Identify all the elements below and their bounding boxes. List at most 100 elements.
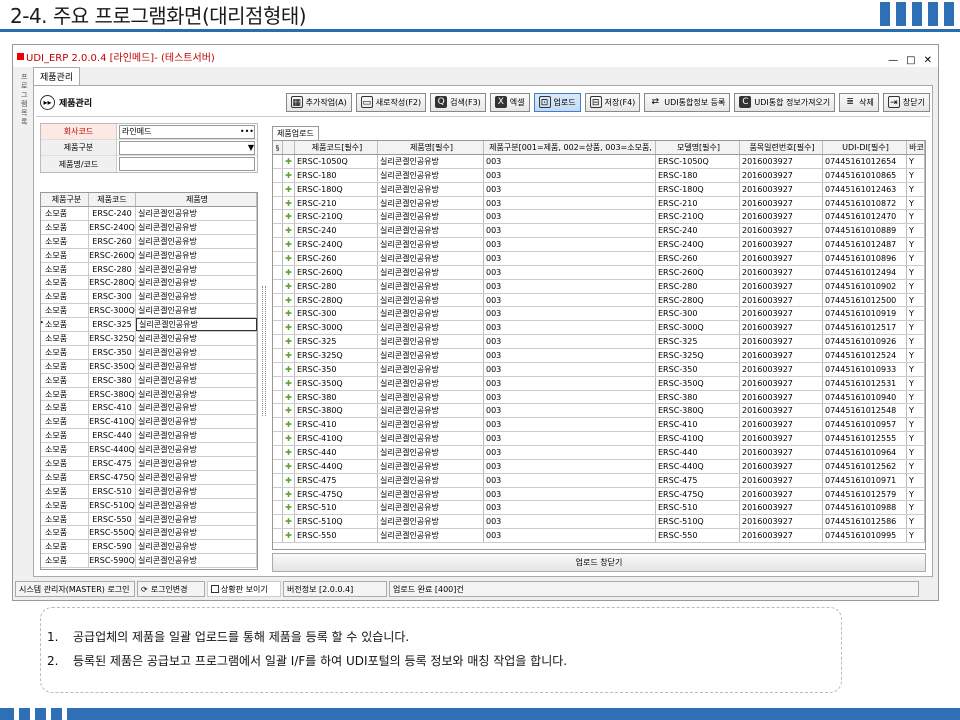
grid-cell[interactable]: ERSC-350Q xyxy=(656,376,740,390)
chevron-down-icon[interactable]: ▼ xyxy=(248,143,254,152)
grid-cell[interactable]: 003 xyxy=(484,446,656,459)
grid-cell[interactable]: 실리콘겔인공유방 xyxy=(378,404,484,418)
table-row[interactable]: ✚ ERSC-380Q 실리콘겔인공유방 003 ERSC-380Q 2016003927… xyxy=(273,404,925,419)
grid-cell[interactable]: 2016003927 xyxy=(740,501,823,515)
grid-cell[interactable]: 2016003927 xyxy=(740,238,823,252)
maximize-button[interactable]: □ xyxy=(906,55,915,66)
table-row[interactable]: ✚ ERSC-210Q 실리콘겔인공유방 003 ERSC-210Q 2016003927… xyxy=(273,210,925,225)
table-row[interactable]: ✚ ERSC-280 실리콘겔인공유방 003 ERSC-280 2016003927 07… xyxy=(273,279,925,294)
table-row[interactable]: ✚ ERSC-350 실리콘겔인공유방 003 ERSC-350 2016003927 07… xyxy=(273,362,925,377)
grid-cell[interactable]: Y xyxy=(907,404,925,418)
exit-button[interactable]: ⇥ 창닫기 xyxy=(882,92,930,112)
grid-cell[interactable]: Y xyxy=(907,459,925,473)
table-row[interactable]: 소모품 ERSC-510Q 실리콘겔인공유방 xyxy=(41,498,257,513)
add-row-icon[interactable]: ✚ xyxy=(283,182,295,196)
grid-cell[interactable]: 2016003927 xyxy=(740,168,823,182)
grid-cell[interactable]: 07445161010940 xyxy=(823,390,907,404)
grid-cell[interactable]: 2016003927 xyxy=(740,252,823,265)
grid-cell[interactable]: ERSC-510 xyxy=(656,501,740,515)
table-row[interactable]: 소모품 ERSC-590 실리콘겔인공유방 xyxy=(41,540,257,555)
grid-cell[interactable]: ERSC-240Q xyxy=(295,238,378,252)
grid-cell[interactable]: ERSC-300Q xyxy=(656,321,740,335)
sync-button[interactable]: ⇄ UDI통합정보 등록 xyxy=(644,92,731,112)
grid-cell[interactable]: 실리콘겔인공유방 xyxy=(378,473,484,487)
grid-cell[interactable]: ERSC-210 xyxy=(295,196,378,210)
grid-button[interactable]: ▦ 추가작업(A) xyxy=(285,92,352,112)
grid-cell[interactable]: 003 xyxy=(484,224,656,238)
grid-cell[interactable]: 003 xyxy=(484,473,656,487)
table-row[interactable]: 소모품 ERSC-350Q 실리콘겔인공유방 xyxy=(41,359,257,374)
grid-cell[interactable]: 07445161012586 xyxy=(823,515,907,529)
grid-cell[interactable]: 07445161012494 xyxy=(823,265,907,279)
add-row-icon[interactable]: ✚ xyxy=(283,529,295,543)
product-name-input[interactable] xyxy=(119,157,255,171)
grid-cell[interactable]: 실리콘겔인공유방 xyxy=(378,529,484,543)
dashboard-checkbox[interactable]: 상황판 보이기 xyxy=(207,581,281,597)
table-row[interactable]: ✚ ERSC-350Q 실리콘겔인공유방 003 ERSC-350Q 2016003927… xyxy=(273,376,925,391)
grid-cell[interactable]: 실리콘겔인공유방 xyxy=(378,265,484,279)
add-row-icon[interactable]: ✚ xyxy=(283,196,295,210)
table-row[interactable]: 소모품 ERSC-300Q 실리콘겔인공유방 xyxy=(41,304,257,319)
grid-cell[interactable]: 07445161012470 xyxy=(823,210,907,224)
relogin-button[interactable]: ⟳ 로그인변경 xyxy=(137,581,205,597)
table-row[interactable]: 소모품 ERSC-240 실리콘겔인공유방 xyxy=(41,207,257,221)
table-row[interactable]: ✚ ERSC-440Q 실리콘겔인공유방 003 ERSC-440Q 2016003927… xyxy=(273,459,925,474)
grid-cell[interactable]: ERSC-510Q xyxy=(656,515,740,529)
grid-cell[interactable]: 003 xyxy=(484,196,656,210)
grid-cell[interactable]: ERSC-380Q xyxy=(295,404,378,418)
table-row[interactable]: ✚ ERSC-1050Q 실리콘겔인공유방 003 ERSC-1050Q 20160039… xyxy=(273,155,925,169)
grid-cell[interactable]: ERSC-410 xyxy=(656,418,740,432)
add-row-icon[interactable]: ✚ xyxy=(283,362,295,376)
grid-cell[interactable]: Y xyxy=(907,515,925,529)
grid-cell[interactable]: 07445161010933 xyxy=(823,362,907,376)
grid-cell[interactable]: 003 xyxy=(484,404,656,418)
add-row-icon[interactable]: ✚ xyxy=(283,265,295,279)
grid-cell[interactable]: 2016003927 xyxy=(740,293,823,307)
grid-cell[interactable]: ERSC-300 xyxy=(656,307,740,321)
table-row[interactable]: 소모품 ERSC-280Q 실리콘겔인공유방 xyxy=(41,276,257,291)
grid-cell[interactable]: 003 xyxy=(484,349,656,362)
grid-cell[interactable]: ERSC-550 xyxy=(295,529,378,543)
grid-cell[interactable]: ERSC-350 xyxy=(656,362,740,376)
grid-cell[interactable]: Y xyxy=(907,335,925,349)
close-button[interactable]: ✕ xyxy=(924,55,932,66)
table-row[interactable]: ✚ ERSC-325Q 실리콘겔인공유방 003 ERSC-325Q 2016003927… xyxy=(273,349,925,363)
add-row-icon[interactable]: ✚ xyxy=(283,321,295,335)
grid-cell[interactable]: Y xyxy=(907,238,925,252)
grid-cell[interactable]: 003 xyxy=(484,321,656,335)
table-row[interactable]: ✚ ERSC-510Q 실리콘겔인공유방 003 ERSC-510Q 2016003927… xyxy=(273,515,925,530)
grid-cell[interactable]: ERSC-380 xyxy=(656,390,740,404)
table-row[interactable]: 소모품ERSC-325실리콘겔인공유방 xyxy=(41,318,257,333)
grid-cell[interactable]: 003 xyxy=(484,418,656,432)
grid-cell[interactable]: 실리콘겔인공유방 xyxy=(378,155,484,168)
grid-cell[interactable]: 003 xyxy=(484,390,656,404)
grid-cell[interactable]: ERSC-325 xyxy=(656,335,740,349)
panel-splitter[interactable] xyxy=(262,286,266,416)
grid-cell[interactable]: 07445161012524 xyxy=(823,349,907,362)
grid-cell[interactable]: 07445161012654 xyxy=(823,155,907,168)
grid-cell[interactable]: 실리콘겔인공유방 xyxy=(378,446,484,459)
grid-cell[interactable]: ERSC-380 xyxy=(295,390,378,404)
grid-cell[interactable]: Y xyxy=(907,279,925,293)
grid-cell[interactable]: 003 xyxy=(484,252,656,265)
grid-cell[interactable]: 2016003927 xyxy=(740,224,823,238)
table-row[interactable]: 소모품 ERSC-550 실리콘겔인공유방 xyxy=(41,512,257,527)
grid-cell[interactable]: ERSC-440Q xyxy=(656,459,740,473)
grid-cell[interactable]: 2016003927 xyxy=(740,349,823,362)
grid-cell[interactable]: 실리콘겔인공유방 xyxy=(378,182,484,196)
grid-cell[interactable]: 07445161010896 xyxy=(823,252,907,265)
add-row-icon[interactable]: ✚ xyxy=(283,210,295,224)
grid-cell[interactable]: 07445161010971 xyxy=(823,473,907,487)
add-row-icon[interactable]: ✚ xyxy=(283,238,295,252)
add-row-icon[interactable]: ✚ xyxy=(283,335,295,349)
grid-cell[interactable]: 003 xyxy=(484,182,656,196)
grid-cell[interactable]: ERSC-475Q xyxy=(295,487,378,501)
grid-cell[interactable]: ERSC-280 xyxy=(295,279,378,293)
grid-cell[interactable]: 003 xyxy=(484,432,656,446)
grid-cell[interactable]: 실리콘겔인공유방 xyxy=(378,168,484,182)
grid-cell[interactable]: 2016003927 xyxy=(740,210,823,224)
grid-cell[interactable]: ERSC-410Q xyxy=(295,432,378,446)
grid-cell[interactable]: 07445161010889 xyxy=(823,224,907,238)
table-row[interactable]: ✚ ERSC-410 실리콘겔인공유방 003 ERSC-410 2016003927 07… xyxy=(273,418,925,433)
grid-cell[interactable]: ERSC-325 xyxy=(295,335,378,349)
